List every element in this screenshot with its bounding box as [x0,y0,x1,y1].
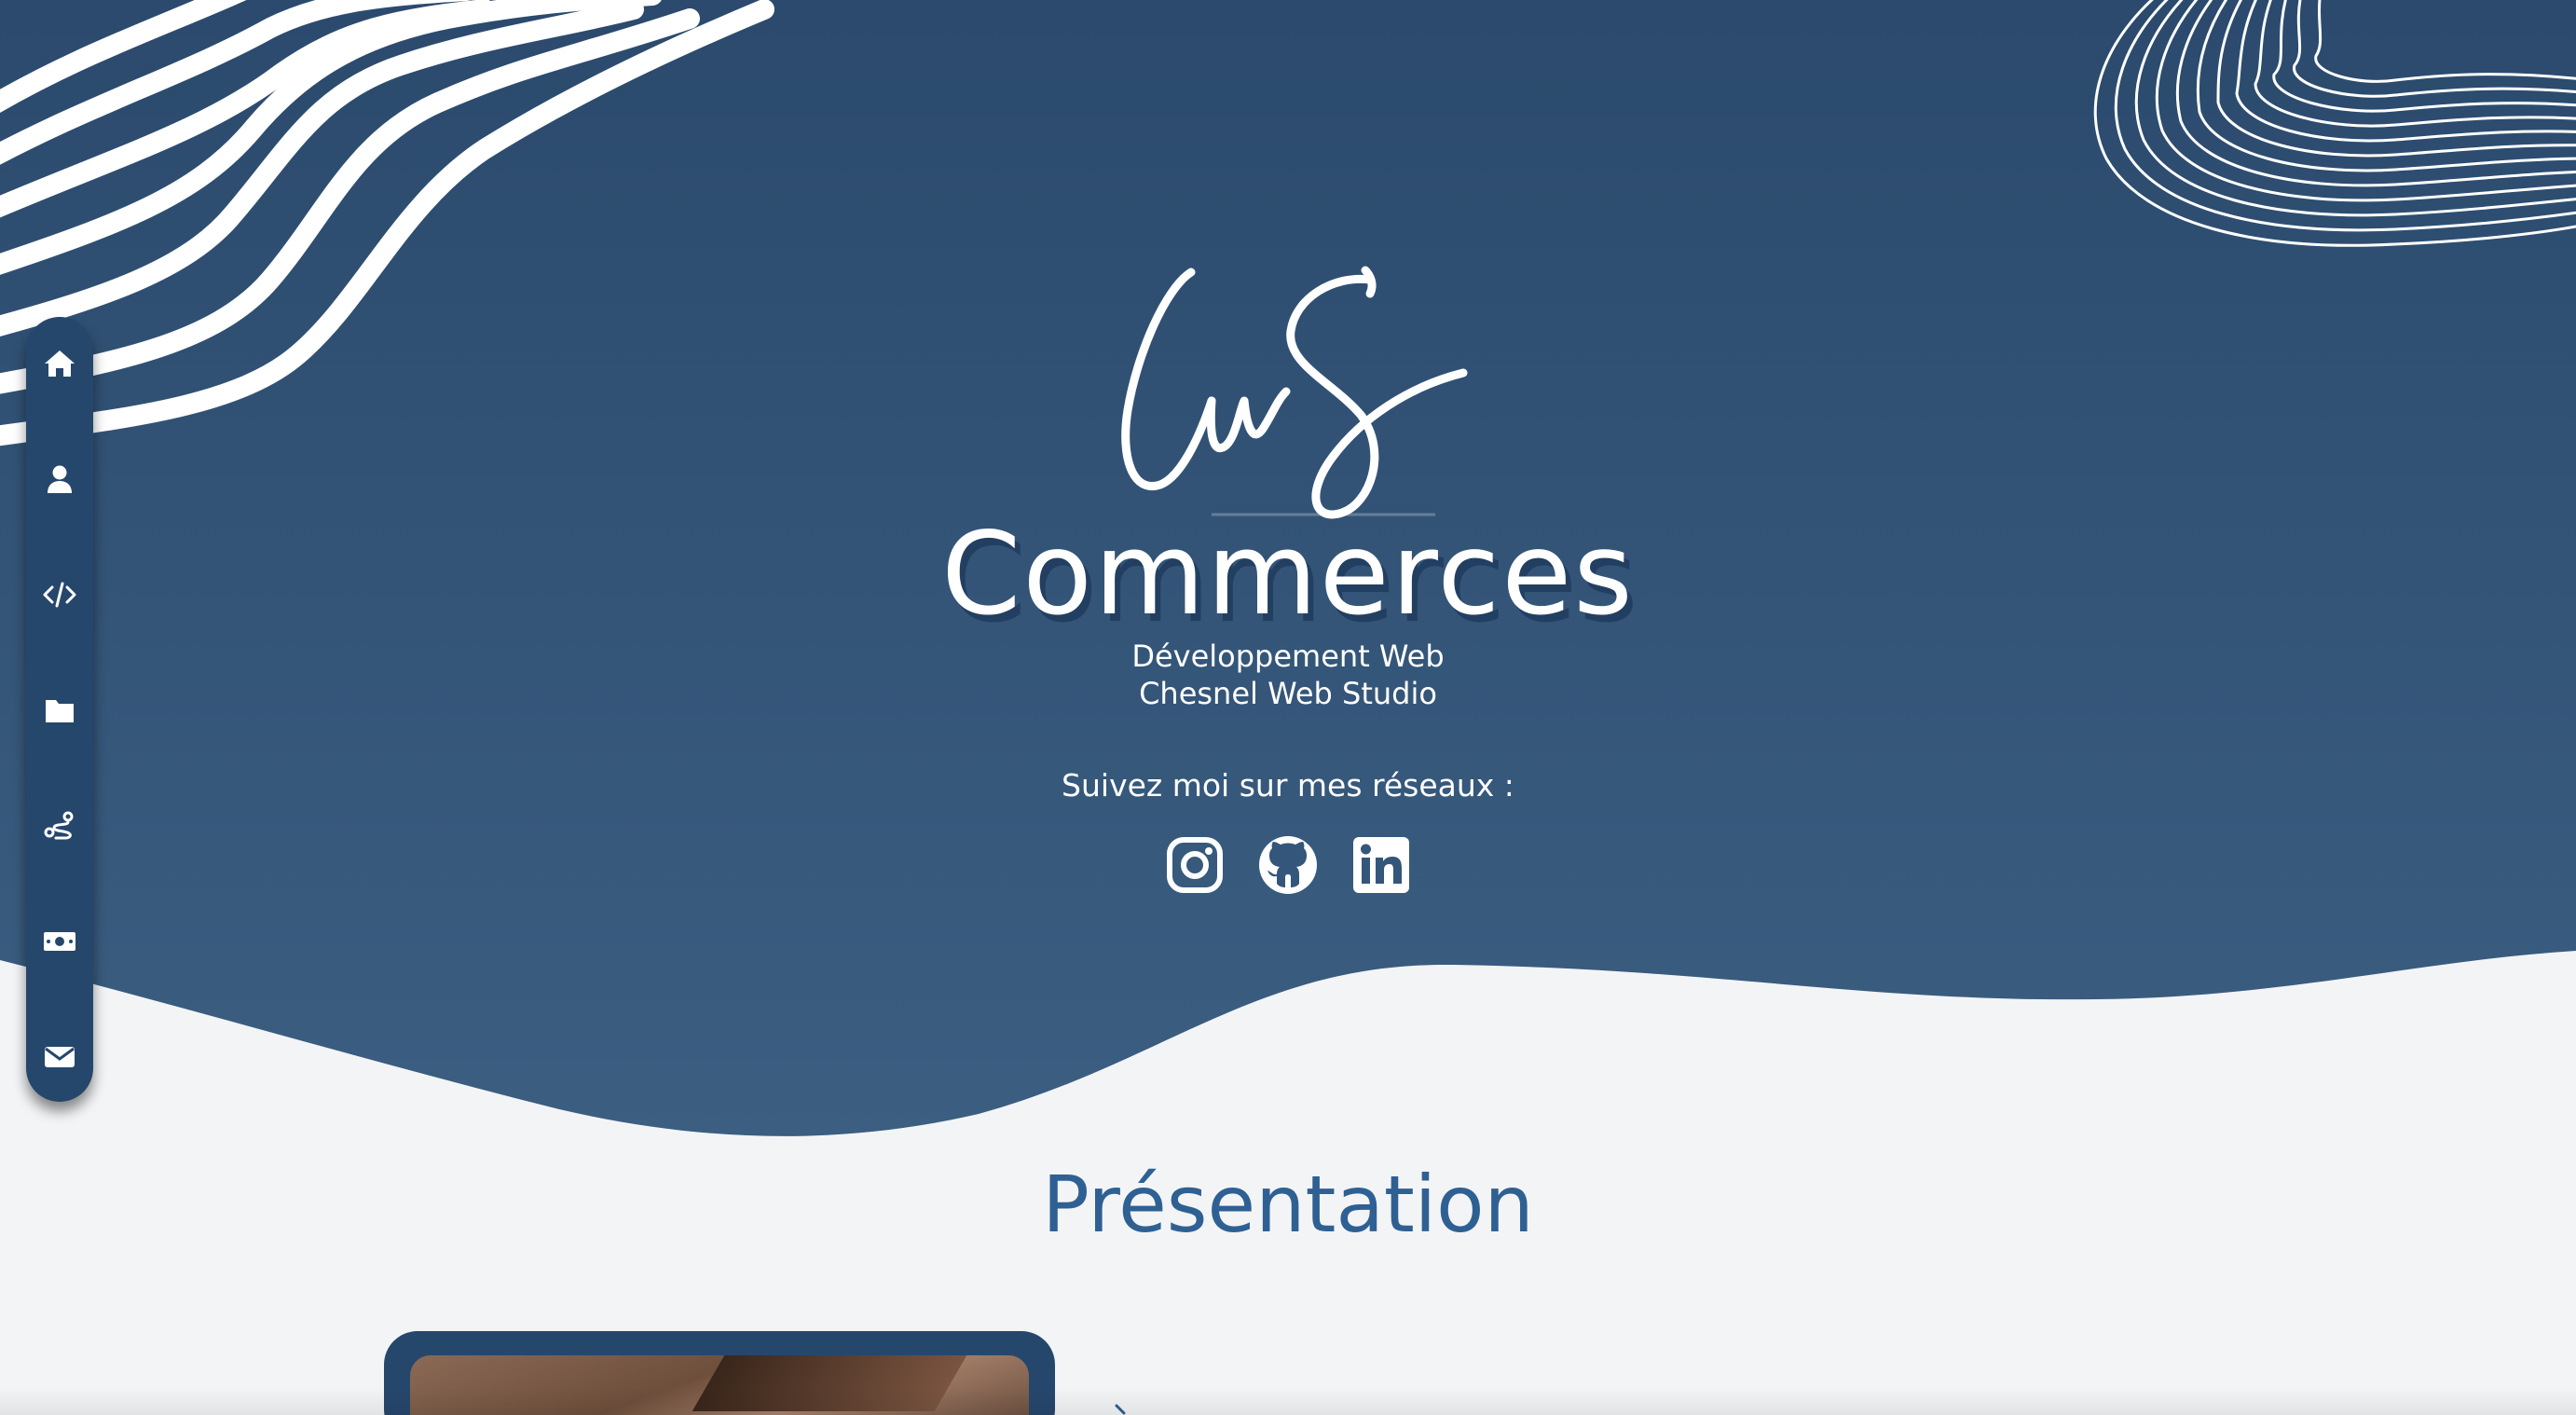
linkedin-icon [1353,837,1409,893]
sidebar-item-projects[interactable] [26,677,93,744]
folder-icon [46,700,74,722]
code-icon [43,582,76,608]
cws-signature-logo [1121,266,1468,519]
brand-title: Commerces [941,508,1635,640]
wave-lines-decoration [0,0,774,446]
envelope-icon [45,1047,75,1067]
sidebar-item-about[interactable] [26,446,93,513]
follow-text: Suivez moi sur mes réseaux : [1062,767,1514,804]
bottom-shadow [0,1387,2576,1415]
sidebar-item-pricing[interactable] [26,908,93,975]
route-icon [44,811,74,840]
sidebar-item-contact[interactable] [26,1023,93,1091]
instagram-icon [1167,837,1223,893]
linkedin-link[interactable] [1351,835,1411,895]
sidebar-item-home[interactable] [26,330,93,397]
user-icon [48,465,72,493]
subtitle-line-2: Chesnel Web Studio [1139,676,1437,711]
contour-lines-decoration [2093,0,2576,247]
sidebar-item-skills[interactable] [26,561,93,628]
subtitle-line-1: Développement Web [1131,639,1445,674]
sidebar-item-route[interactable] [26,792,93,859]
hero-section: Commerces Développement Web Chesnel Web … [0,0,2576,1156]
money-icon [44,932,75,951]
home-icon [45,350,75,377]
social-links [1165,835,1411,899]
presentation-title: Présentation [1042,1159,1534,1250]
github-link[interactable] [1258,835,1318,895]
instagram-link[interactable] [1165,835,1225,895]
sidebar-nav [26,317,93,1102]
github-icon [1259,836,1317,894]
